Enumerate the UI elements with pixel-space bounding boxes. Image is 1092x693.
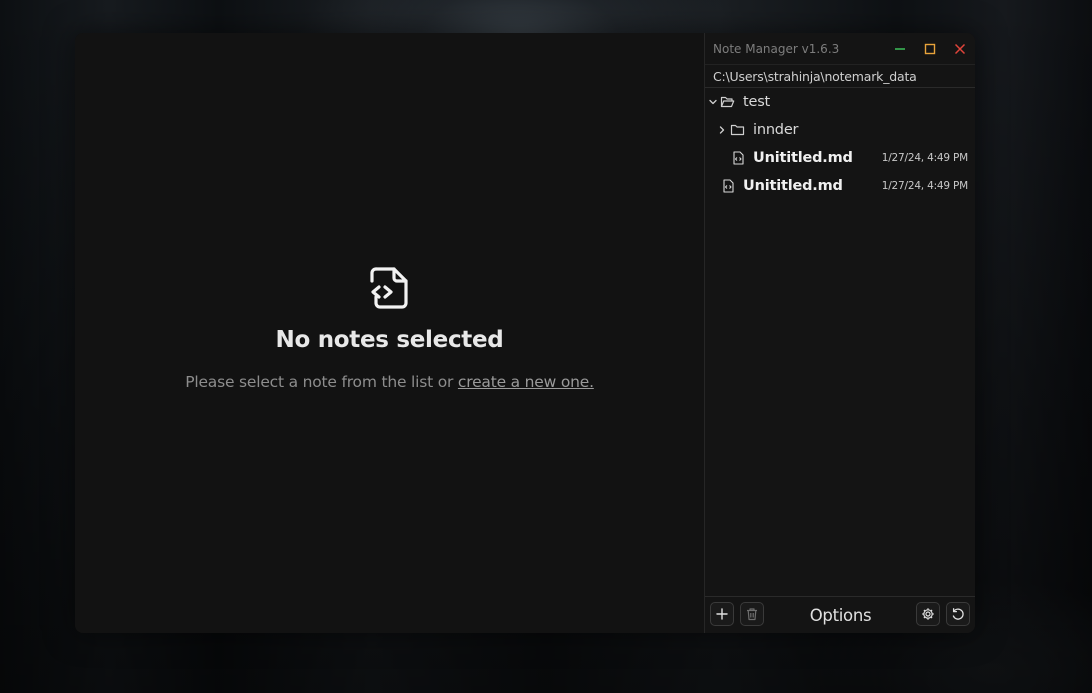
delete-note-button[interactable] xyxy=(740,602,764,626)
folder-name: test xyxy=(743,94,771,110)
app-title: Note Manager v1.6.3 xyxy=(713,41,840,56)
refresh-button[interactable] xyxy=(946,602,970,626)
empty-state: No notes selected Please select a note f… xyxy=(75,263,704,391)
sidebar: Note Manager v1.6.3 C:\Users\strahinja\n… xyxy=(704,33,975,633)
file-date: 1/27/24, 4:49 PM xyxy=(881,180,968,192)
editor-pane: No notes selected Please select a note f… xyxy=(75,33,704,633)
file-date: 1/27/24, 4:49 PM xyxy=(881,152,968,164)
file-code-icon xyxy=(369,267,408,309)
plus-icon xyxy=(716,608,728,620)
chevron-right-icon[interactable] xyxy=(717,125,727,135)
tree-folder-innder[interactable]: innder xyxy=(705,116,975,144)
add-note-button[interactable] xyxy=(710,602,734,626)
folder-icon xyxy=(730,124,745,136)
folder-name: innder xyxy=(753,122,799,138)
tree-file-nested[interactable]: Unititled.md 1/27/24, 4:49 PM xyxy=(705,144,975,172)
tree-file-root[interactable]: Unititled.md 1/27/24, 4:49 PM xyxy=(705,172,975,200)
create-note-link[interactable]: create a new one. xyxy=(458,373,594,391)
close-icon[interactable] xyxy=(953,42,967,56)
trash-icon xyxy=(747,608,757,621)
chevron-down-icon[interactable] xyxy=(708,97,718,107)
refresh-icon xyxy=(952,608,964,620)
file-tree: test innder Unititled.md 1/27/24, 4:49 P… xyxy=(705,88,975,200)
file-name: Unititled.md xyxy=(753,150,853,166)
settings-button[interactable] xyxy=(916,602,940,626)
file-code-icon xyxy=(733,151,744,165)
folder-open-icon xyxy=(720,96,735,108)
file-code-icon xyxy=(723,179,734,193)
minimize-icon[interactable] xyxy=(893,42,907,56)
empty-state-text: Please select a note from the list or xyxy=(185,373,454,391)
data-path: C:\Users\strahinja\notemark_data xyxy=(705,64,975,88)
maximize-icon[interactable] xyxy=(923,42,937,56)
gear-icon xyxy=(922,608,934,620)
app-window: No notes selected Please select a note f… xyxy=(75,33,975,633)
empty-state-title: No notes selected xyxy=(275,327,504,353)
sidebar-footer: Options xyxy=(705,596,975,633)
tree-folder-test[interactable]: test xyxy=(705,88,975,116)
titlebar[interactable]: Note Manager v1.6.3 xyxy=(705,33,975,64)
file-name: Unititled.md xyxy=(743,178,843,194)
empty-state-subtitle: Please select a note from the list or cr… xyxy=(185,373,594,391)
